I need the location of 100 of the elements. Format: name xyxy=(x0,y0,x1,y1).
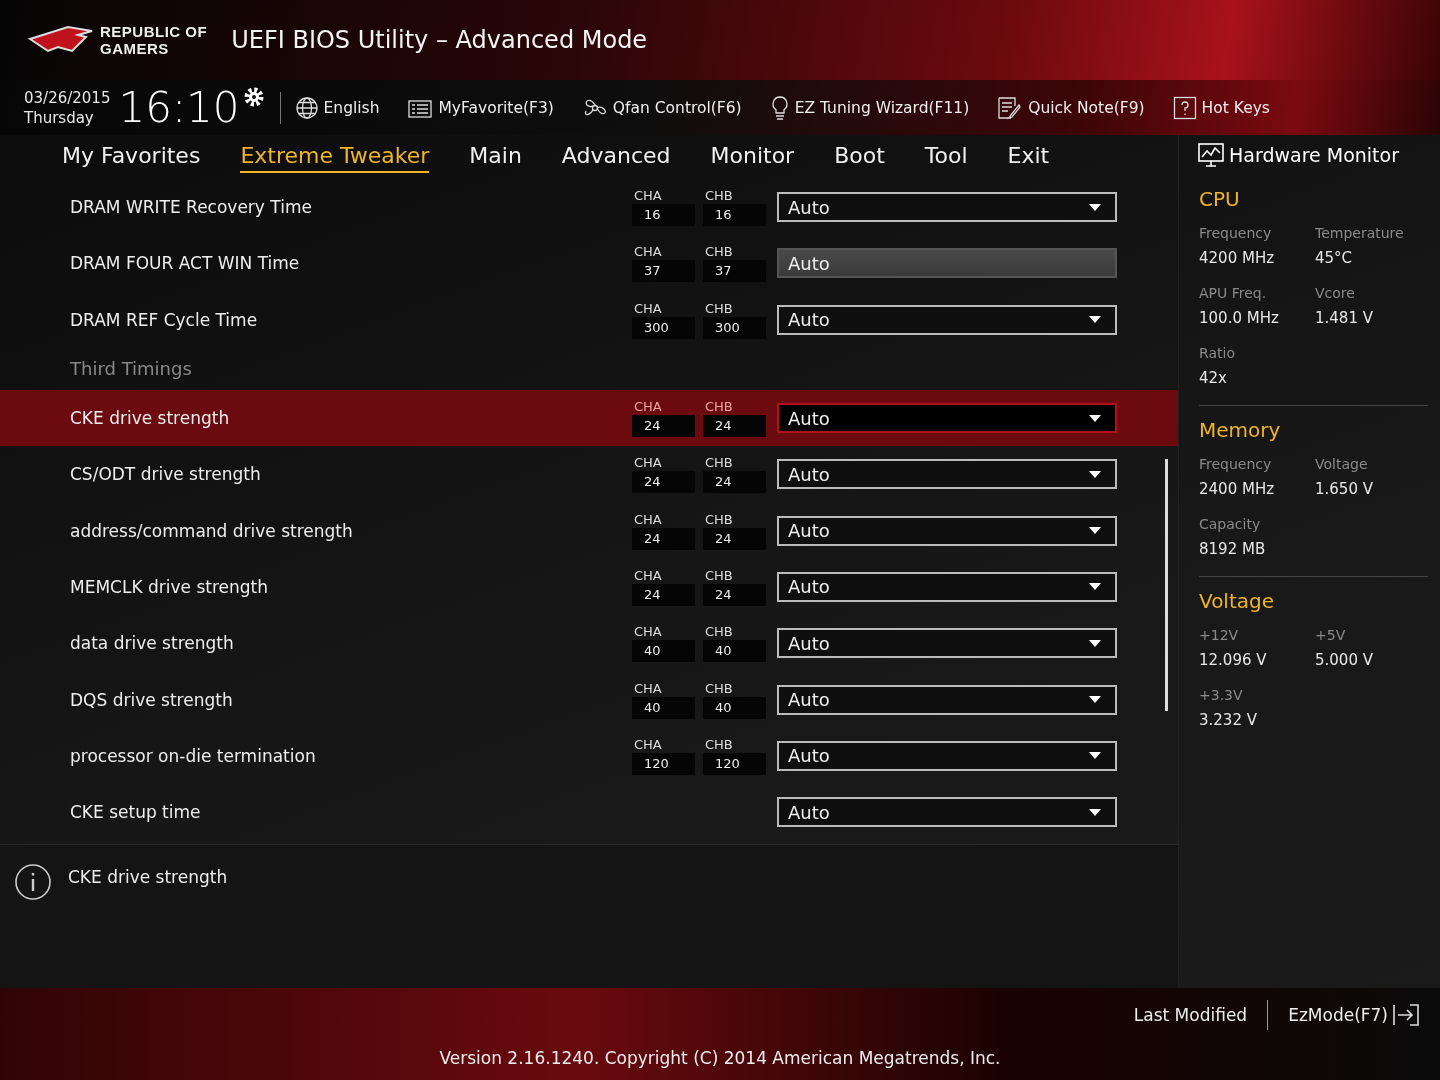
metric-label: +12V xyxy=(1199,627,1240,643)
channel-value: 40 xyxy=(632,640,695,663)
setting-row[interactable]: MEMCLK drive strength CHA 24 CHB 24 Auto xyxy=(0,558,1178,616)
setting-label: data drive strength xyxy=(70,633,235,654)
menu-tab[interactable]: Tool xyxy=(924,141,968,173)
setting-row[interactable]: processor on-die termination CHA 120 CHB 120 Auto xyxy=(0,727,1178,784)
metric-value: 4200 MHz xyxy=(1199,249,1276,267)
menu-tab[interactable]: Monitor xyxy=(710,141,795,173)
globe-icon xyxy=(294,95,319,120)
channel-label: CHA xyxy=(633,244,663,261)
channel-label: CHB xyxy=(704,624,734,641)
section-heading: Voltage xyxy=(1199,589,1276,613)
channel-label: CHA xyxy=(633,455,663,472)
metric-label: Frequency xyxy=(1199,456,1273,472)
dropdown-caret-icon xyxy=(1089,316,1101,324)
channel-value: 24 xyxy=(703,415,766,438)
channel-value: 24 xyxy=(632,527,695,550)
setting-row[interactable]: address/command drive strength CHA 24 CHB 24 Auto xyxy=(0,502,1178,559)
setting-row[interactable]: DRAM REF Cycle Time CHA 300 CHB 300 Auto xyxy=(0,291,1178,348)
toolbar-button[interactable]: Hot Keys xyxy=(1172,95,1270,120)
menu-tab[interactable]: Extreme Tweaker xyxy=(240,141,430,173)
channel-label: CHB xyxy=(704,511,734,528)
dropdown-caret-icon xyxy=(1089,752,1101,760)
channel-label: CHA xyxy=(633,567,663,584)
menu-tab[interactable]: Advanced xyxy=(561,141,671,173)
metric-label: +3.3V xyxy=(1199,687,1244,703)
setting-label: processor on-die termination xyxy=(70,745,317,766)
setting-label: CKE drive strength xyxy=(70,408,231,429)
setting-row[interactable]: DRAM WRITE Recovery Time CHA 16 CHB 16 Auto xyxy=(0,179,1178,236)
last-modified-button[interactable]: Last Modified xyxy=(1133,1005,1248,1025)
setting-label: DRAM WRITE Recovery Time xyxy=(70,197,313,218)
dropdown[interactable]: Auto xyxy=(777,628,1117,659)
channel-value: 24 xyxy=(632,471,695,494)
metric-value: 8192 MB xyxy=(1199,540,1267,558)
dropdown[interactable]: Auto xyxy=(777,797,1117,828)
channel-label: CHA xyxy=(633,300,663,317)
toolbar-button[interactable]: MyFavorite(F3) xyxy=(407,96,554,119)
metric-value: 1.650 V xyxy=(1315,480,1374,498)
metric-value: 5.000 V xyxy=(1315,651,1374,669)
metric-label: Vcore xyxy=(1315,285,1356,301)
help-description: CKE drive strength xyxy=(68,867,228,887)
channel-value: 120 xyxy=(632,752,695,775)
version-text: Version 2.16.1240. Copyright (C) 2014 American Megatrends, Inc. xyxy=(439,1048,1001,1068)
channel-value: 37 xyxy=(632,260,695,283)
dropdown-caret-icon xyxy=(1089,583,1101,591)
channel-label: CHB xyxy=(704,244,734,261)
toolbar-button[interactable]: Qfan Control(F6) xyxy=(581,94,742,121)
channel-value: 24 xyxy=(703,527,766,550)
toolbar-button[interactable]: English xyxy=(294,95,380,120)
date-text: 03/26/2015 xyxy=(24,87,111,108)
metric-value: 12.096 V xyxy=(1199,651,1268,669)
setting-label: address/command drive strength xyxy=(70,520,354,541)
metric-label: Temperature xyxy=(1315,225,1405,241)
menu-tab[interactable]: Boot xyxy=(834,141,885,173)
brand-name: GAMERS xyxy=(100,40,170,57)
metric-value: 42x xyxy=(1199,369,1228,387)
channel-label: CHB xyxy=(704,567,734,584)
channel-value: 24 xyxy=(703,583,766,606)
toolbar-button[interactable]: Quick Note(F9) xyxy=(997,95,1145,120)
dropdown-caret-icon xyxy=(1089,639,1101,647)
channel-label: CHA xyxy=(633,624,663,641)
menu-tab[interactable]: Exit xyxy=(1007,141,1050,173)
dropdown[interactable]: Auto xyxy=(777,684,1117,715)
dropdown[interactable]: Auto xyxy=(777,515,1117,546)
metric-value: 2400 MHz xyxy=(1199,480,1276,498)
section-heading: Third Timings xyxy=(70,358,192,380)
dropdown-caret-icon xyxy=(1089,414,1101,422)
setting-row[interactable]: data drive strength CHA 40 CHB 40 Auto xyxy=(0,615,1178,672)
metric-label: Frequency xyxy=(1199,225,1273,241)
ez-mode-button[interactable]: EzMode(F7) xyxy=(1288,1003,1420,1027)
menu-tab[interactable]: Main xyxy=(469,141,522,173)
metric-label: Ratio xyxy=(1199,345,1236,361)
window-title: UEFI BIOS Utility – Advanced Mode xyxy=(231,26,648,54)
setting-row[interactable]: CS/ODT drive strength CHA 24 CHB 24 Auto xyxy=(0,446,1178,503)
dropdown[interactable]: Auto xyxy=(777,192,1117,223)
dropdown[interactable]: Auto xyxy=(777,571,1117,602)
channel-label: CHA xyxy=(633,511,663,528)
setting-row[interactable]: CKE drive strength CHA 24 CHB 24 Auto xyxy=(0,389,1178,447)
metric-label: Capacity xyxy=(1199,516,1262,532)
toolbar-button[interactable]: EZ Tuning Wizard(F11) xyxy=(769,94,970,121)
dropdown[interactable]: Auto xyxy=(777,740,1117,771)
channel-value: 24 xyxy=(632,415,695,438)
metric-value: 45°C xyxy=(1315,249,1354,267)
channel-value: 24 xyxy=(703,471,766,494)
dropdown[interactable]: Auto xyxy=(777,459,1117,490)
metric-value: 3.232 V xyxy=(1199,711,1258,729)
channel-value: 16 xyxy=(703,204,766,227)
channel-label: CHB xyxy=(704,455,734,472)
setting-row[interactable]: DQS drive strength CHA 40 CHB 40 Auto xyxy=(0,671,1178,728)
channel-label: CHB xyxy=(704,736,734,753)
channel-value: 40 xyxy=(632,696,695,719)
dropdown-caret-icon xyxy=(1089,203,1101,211)
dropdown-caret-icon xyxy=(1089,470,1101,478)
dropdown[interactable]: Auto xyxy=(777,403,1117,434)
setting-row[interactable]: CKE setup time Auto xyxy=(0,783,1178,841)
menu-tab[interactable]: My Favorites xyxy=(62,141,201,173)
dropdown[interactable]: Auto xyxy=(777,304,1117,335)
section-heading: Memory xyxy=(1199,418,1282,442)
channel-value: 120 xyxy=(703,752,766,775)
metric-label: APU Freq. xyxy=(1199,285,1268,301)
